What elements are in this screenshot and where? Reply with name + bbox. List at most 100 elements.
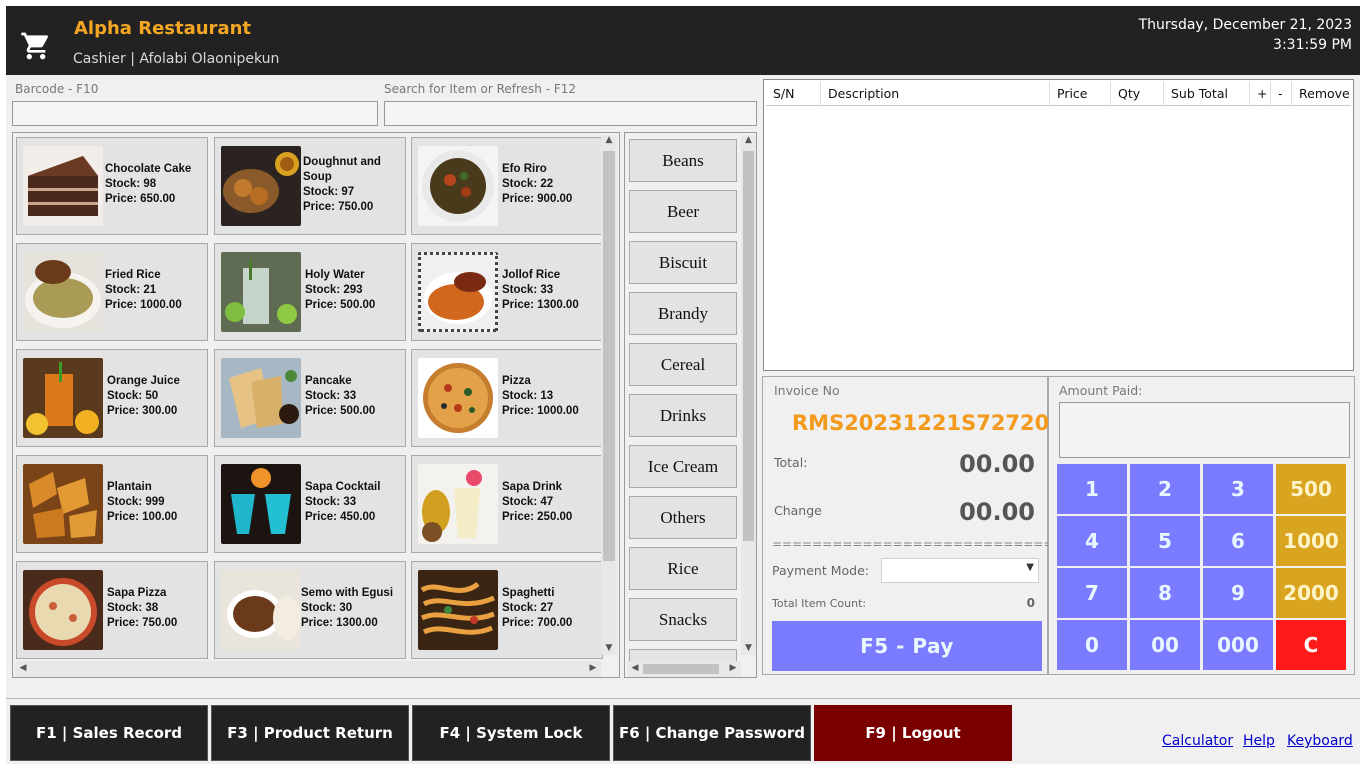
help-link[interactable]: Help — [1243, 733, 1275, 749]
shopping-cart-icon — [21, 32, 49, 60]
amount-paid-input[interactable] — [1059, 402, 1350, 458]
sales-record-button[interactable]: F1 | Sales Record — [10, 705, 208, 761]
column-header[interactable]: Price — [1050, 82, 1111, 106]
sapa-pizza-image — [23, 570, 103, 650]
item-name: Holy Water — [305, 269, 365, 281]
keypad-key-6[interactable]: 6 — [1203, 516, 1273, 566]
cart-table-header: S/N Description Price Qty Sub Total + - … — [766, 82, 1351, 106]
item-info: Sapa Drink Stock: 47 Price: 250.00 — [502, 480, 602, 525]
item-price: Price: 700.00 — [502, 617, 573, 629]
total-value: 00.00 — [959, 450, 1035, 478]
scroll-thumb[interactable] — [603, 151, 615, 561]
scroll-thumb[interactable] — [643, 664, 719, 674]
items-vertical-scrollbar[interactable]: ▲ ▼ — [601, 135, 617, 655]
item-card[interactable]: Fried Rice Stock: 21 Price: 1000.00 — [16, 243, 208, 341]
item-card[interactable]: Sapa Cocktail Stock: 33 Price: 450.00 — [214, 455, 406, 553]
scroll-down-icon[interactable]: ▼ — [601, 643, 617, 653]
item-card[interactable]: Orange Juice Stock: 50 Price: 300.00 — [16, 349, 208, 447]
payment-mode-select[interactable]: ▼ — [881, 558, 1039, 583]
keypad-key-2[interactable]: 2 — [1130, 464, 1200, 514]
keypad-key-3[interactable]: 3 — [1203, 464, 1273, 514]
logout-button[interactable]: F9 | Logout — [814, 705, 1012, 761]
amount-paid-label: Amount Paid: — [1059, 383, 1143, 398]
keypad-key-4[interactable]: 4 — [1057, 516, 1127, 566]
items-horizontal-scrollbar[interactable]: ◀ ▶ — [15, 661, 601, 677]
change-password-button[interactable]: F6 | Change Password — [613, 705, 811, 761]
keypad-key-1000[interactable]: 1000 — [1276, 516, 1346, 566]
category-button[interactable]: Biscuit — [629, 241, 737, 284]
keypad-clear-button[interactable]: C — [1276, 620, 1346, 670]
keypad-key-1[interactable]: 1 — [1057, 464, 1127, 514]
keypad-key-500[interactable]: 500 — [1276, 464, 1346, 514]
category-button[interactable]: Drinks — [629, 394, 737, 437]
categories-horizontal-scrollbar[interactable]: ◀ ▶ — [627, 661, 741, 677]
keypad-key-9[interactable]: 9 — [1203, 568, 1273, 618]
keypad-key-000[interactable]: 000 — [1203, 620, 1273, 670]
item-card[interactable]: Efo Riro Stock: 22 Price: 900.00 — [411, 137, 603, 235]
calculator-link[interactable]: Calculator — [1162, 733, 1233, 749]
search-label: Search for Item or Refresh - F12 — [384, 82, 577, 96]
keypad-key-5[interactable]: 5 — [1130, 516, 1200, 566]
keypad-key-2000[interactable]: 2000 — [1276, 568, 1346, 618]
current-time: 3:31:59 PM — [1273, 37, 1352, 53]
column-header[interactable]: - — [1271, 82, 1292, 106]
keypad-key-8[interactable]: 8 — [1130, 568, 1200, 618]
category-button[interactable]: Snacks — [629, 598, 737, 641]
item-card[interactable]: Jollof Rice Stock: 33 Price: 1300.00 — [411, 243, 603, 341]
scroll-left-icon[interactable]: ◀ — [15, 663, 31, 673]
category-button[interactable]: Beer — [629, 190, 737, 233]
scroll-up-icon[interactable]: ▲ — [741, 135, 756, 145]
change-value: 00.00 — [959, 498, 1035, 526]
pay-button[interactable]: F5 - Pay — [772, 621, 1042, 671]
system-lock-button[interactable]: F4 | System Lock — [412, 705, 610, 761]
item-stock: Stock: 21 — [105, 284, 157, 296]
item-card[interactable]: Semo with Egusi Stock: 30 Price: 1300.00 — [214, 561, 406, 659]
item-count-label: Total Item Count: — [772, 597, 867, 610]
item-stock: Stock: 999 — [107, 496, 165, 508]
search-input[interactable] — [384, 101, 757, 126]
category-button[interactable]: Cereal — [629, 343, 737, 386]
item-card[interactable]: Sapa Pizza Stock: 38 Price: 750.00 — [16, 561, 208, 659]
chevron-down-icon[interactable]: ▼ — [1026, 562, 1034, 573]
item-price: Price: 650.00 — [105, 193, 176, 205]
item-card[interactable]: Spaghetti Stock: 27 Price: 700.00 — [411, 561, 603, 659]
item-card[interactable]: Doughnut and Soup Stock: 97 Price: 750.0… — [214, 137, 406, 235]
cart-table[interactable]: S/N Description Price Qty Sub Total + - … — [763, 79, 1354, 371]
product-return-button[interactable]: F3 | Product Return — [211, 705, 409, 761]
item-card[interactable]: Sapa Drink Stock: 47 Price: 250.00 — [411, 455, 603, 553]
scroll-up-icon[interactable]: ▲ — [601, 135, 617, 145]
categories-vertical-scrollbar[interactable]: ▲ ▼ — [741, 135, 756, 655]
column-header[interactable]: Remove — [1292, 82, 1351, 106]
item-card[interactable]: Plantain Stock: 999 Price: 100.00 — [16, 455, 208, 553]
app-header: Alpha Restaurant Cashier | Afolabi Olaon… — [6, 6, 1360, 75]
barcode-input[interactable] — [12, 101, 378, 126]
scroll-left-icon[interactable]: ◀ — [627, 663, 643, 673]
item-card[interactable]: Pancake Stock: 33 Price: 500.00 — [214, 349, 406, 447]
column-header[interactable]: S/N — [766, 82, 821, 106]
scroll-thumb[interactable] — [743, 151, 754, 541]
category-button[interactable]: Beans — [629, 139, 737, 182]
column-header[interactable]: + — [1250, 82, 1271, 106]
invoice-number: RMS20231221S72720 — [792, 411, 1050, 435]
keypad-key-00[interactable]: 00 — [1130, 620, 1200, 670]
scroll-right-icon[interactable]: ▶ — [585, 663, 601, 673]
item-stock: Stock: 27 — [502, 602, 554, 614]
item-name: Orange Juice — [107, 375, 180, 387]
item-card[interactable]: Pizza Stock: 13 Price: 1000.00 — [411, 349, 603, 447]
item-card[interactable]: Chocolate Cake Stock: 98 Price: 650.00 — [16, 137, 208, 235]
keyboard-link[interactable]: Keyboard — [1287, 733, 1353, 749]
scroll-down-icon[interactable]: ▼ — [741, 643, 756, 653]
keypad-key-7[interactable]: 7 — [1057, 568, 1127, 618]
item-stock: Stock: 97 — [303, 186, 355, 198]
category-button[interactable]: Rice — [629, 547, 737, 590]
category-button[interactable]: Ice Cream — [629, 445, 737, 488]
item-card[interactable]: Holy Water Stock: 293 Price: 500.00 — [214, 243, 406, 341]
column-header[interactable]: Qty — [1111, 82, 1164, 106]
column-header[interactable]: Sub Total — [1164, 82, 1250, 106]
keypad-key-0[interactable]: 0 — [1057, 620, 1127, 670]
invoice-panel: Invoice No RMS20231221S72720 Total: 00.0… — [762, 376, 1074, 675]
category-button[interactable]: Brandy — [629, 292, 737, 335]
category-button[interactable]: Others — [629, 496, 737, 539]
column-header[interactable]: Description — [821, 82, 1050, 106]
scroll-right-icon[interactable]: ▶ — [725, 663, 741, 673]
